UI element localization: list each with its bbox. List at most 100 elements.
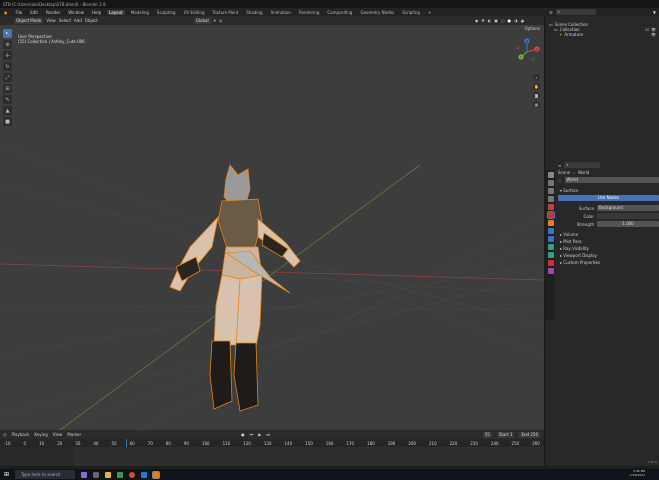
keying-menu[interactable]: Keying bbox=[34, 432, 47, 437]
task-view-icon[interactable] bbox=[93, 471, 100, 478]
view-menu[interactable]: View bbox=[46, 18, 56, 23]
eye-icon[interactable]: 👁 bbox=[651, 32, 656, 37]
frame-range bbox=[74, 447, 544, 466]
blender-logo-icon[interactable]: ● bbox=[2, 10, 10, 15]
tab-layout[interactable]: Layout bbox=[107, 9, 125, 15]
surface-panel-header[interactable]: ▾ Surface bbox=[558, 187, 659, 194]
tab-animation[interactable]: Animation bbox=[269, 10, 293, 15]
current-frame-field[interactable]: 55 bbox=[482, 431, 492, 438]
constraints-tab-icon[interactable] bbox=[547, 252, 554, 258]
menu-render[interactable]: Render bbox=[44, 10, 62, 15]
collection-icon: ▭ bbox=[554, 27, 558, 32]
world-tab-icon[interactable] bbox=[546, 211, 555, 219]
physics-tab-icon[interactable] bbox=[547, 244, 554, 250]
checkbox-icon[interactable]: ☑ bbox=[645, 27, 649, 32]
add-workspace-button[interactable]: + bbox=[426, 10, 433, 15]
panel-label: Volume bbox=[563, 232, 579, 237]
proportional-edit-icon[interactable]: ◎ bbox=[219, 18, 223, 23]
tree-item-armature[interactable]: ✦ Armature 👁 bbox=[546, 32, 659, 37]
playback-menu[interactable]: Playback bbox=[12, 432, 30, 437]
shading-rendered-icon[interactable]: ◕ bbox=[521, 18, 525, 23]
play-icon[interactable]: ▶ bbox=[258, 432, 261, 437]
visibility-icon[interactable]: ◉ bbox=[475, 18, 479, 23]
snap-icon[interactable]: ⌖ bbox=[214, 18, 216, 23]
add-menu[interactable]: Add bbox=[74, 18, 82, 23]
character-model[interactable] bbox=[169, 164, 301, 412]
custom-properties-panel-header[interactable]: ▸ Custom Properties bbox=[558, 259, 659, 266]
tab-shading[interactable]: Shading bbox=[244, 10, 264, 15]
jump-start-icon[interactable]: ⏮ bbox=[250, 432, 254, 437]
gizmo-toggle-icon[interactable]: ✥ bbox=[481, 18, 484, 23]
timeline-ruler[interactable]: -10 0 10 20 30 40 50 60 70 80 90 100 110… bbox=[0, 439, 544, 447]
3d-viewport[interactable]: Object Mode View Select Add Object Globa… bbox=[0, 16, 544, 430]
windows-start-icon[interactable]: ⊞ bbox=[4, 471, 9, 478]
end-frame-field[interactable]: End 250 bbox=[519, 431, 540, 438]
use-nodes-button[interactable]: Use Nodes bbox=[558, 195, 659, 201]
tab-rendering[interactable]: Rendering bbox=[297, 10, 321, 15]
mist-pass-panel-header[interactable]: ▸ Mist Pass bbox=[558, 238, 659, 245]
chrome-icon[interactable] bbox=[129, 471, 136, 478]
data-tab-icon[interactable] bbox=[547, 268, 554, 274]
menu-window[interactable]: Window bbox=[66, 10, 86, 15]
object-tab-icon[interactable] bbox=[547, 220, 554, 226]
tab-compositing[interactable]: Compositing bbox=[325, 10, 354, 15]
timeline-header: ◷ Playback Keying View Marker ● ⏮ ▶ ⏭ 55… bbox=[0, 430, 544, 439]
taskbar-search-box[interactable]: Type here to search bbox=[15, 470, 76, 479]
ray-visibility-panel-header[interactable]: ▸ Ray Visibility bbox=[558, 245, 659, 252]
menu-edit[interactable]: Edit bbox=[28, 10, 40, 15]
shading-material-icon[interactable]: ◑ bbox=[514, 18, 518, 23]
tick-label: 170 bbox=[346, 440, 355, 446]
blender-taskbar-icon[interactable] bbox=[152, 470, 161, 479]
app-icon[interactable] bbox=[117, 471, 124, 478]
strength-field[interactable]: 1.000 bbox=[597, 221, 659, 227]
menu-help[interactable]: Help bbox=[90, 10, 103, 15]
tab-modeling[interactable]: Modeling bbox=[129, 10, 151, 15]
outliner-search-icon[interactable]: ⌕ bbox=[555, 9, 596, 15]
transform-orientation[interactable]: Global bbox=[193, 17, 211, 24]
jump-end-icon[interactable]: ⏭ bbox=[266, 432, 270, 437]
edge-icon[interactable] bbox=[141, 471, 148, 478]
timeline-body[interactable] bbox=[0, 439, 544, 466]
color-swatch[interactable] bbox=[597, 213, 659, 219]
output-tab-icon[interactable] bbox=[547, 188, 554, 194]
cortana-icon[interactable] bbox=[81, 471, 88, 478]
volume-panel-header[interactable]: ▸ Volume bbox=[558, 231, 659, 238]
tab-texture-paint[interactable]: Texture Paint bbox=[210, 10, 240, 15]
viewport-display-panel-header[interactable]: ▸ Viewport Display bbox=[558, 252, 659, 259]
modifier-tab-icon[interactable] bbox=[547, 228, 554, 234]
tool-tab-icon[interactable] bbox=[547, 172, 554, 178]
file-explorer-icon[interactable] bbox=[105, 471, 112, 478]
filter-icon[interactable]: ▼ bbox=[653, 10, 656, 15]
timeline-editor-icon[interactable]: ◷ bbox=[3, 432, 7, 437]
system-clock[interactable]: 3:45 PM 7/16/2021 bbox=[630, 469, 645, 477]
world-name-field[interactable]: World bbox=[564, 177, 659, 183]
material-tab-icon[interactable] bbox=[547, 260, 554, 266]
overlay-icon[interactable]: ◐ bbox=[488, 18, 492, 23]
start-frame-field[interactable]: Start 1 bbox=[496, 431, 515, 438]
tab-sculpting[interactable]: Sculpting bbox=[155, 10, 178, 15]
menu-file[interactable]: File bbox=[14, 10, 25, 15]
mode-selector[interactable]: Object Mode bbox=[14, 17, 44, 24]
select-menu[interactable]: Select bbox=[59, 18, 71, 23]
marker-menu[interactable]: Marker bbox=[67, 432, 81, 437]
view-menu-timeline[interactable]: View bbox=[53, 432, 63, 437]
floor-grid bbox=[0, 144, 544, 430]
windows-taskbar: ⊞ Type here to search 3:45 PM 7/16/2021 bbox=[0, 469, 659, 480]
tab-scripting[interactable]: Scripting bbox=[400, 10, 422, 15]
shading-wireframe-icon[interactable]: ○ bbox=[501, 18, 505, 23]
particles-tab-icon[interactable] bbox=[547, 236, 554, 242]
surface-shader-field[interactable]: Background bbox=[597, 205, 659, 211]
world-datablock: ◍ World bbox=[558, 176, 659, 184]
properties-editor-icon[interactable]: ≡ bbox=[558, 163, 561, 168]
record-icon[interactable]: ● bbox=[241, 432, 245, 437]
tab-geometry-nodes[interactable]: Geometry Nodes bbox=[358, 10, 396, 15]
breadcrumb-separator-icon: › bbox=[573, 169, 575, 175]
view-layer-tab-icon[interactable] bbox=[547, 196, 554, 202]
outliner-editor-icon[interactable]: ☰ bbox=[549, 10, 553, 15]
shading-solid-icon[interactable]: ● bbox=[508, 18, 512, 23]
object-menu[interactable]: Object bbox=[85, 18, 98, 23]
render-tab-icon[interactable] bbox=[547, 180, 554, 186]
xray-icon[interactable]: ▣ bbox=[494, 18, 498, 23]
scene-tab-icon[interactable] bbox=[547, 204, 554, 210]
tab-uv-editing[interactable]: UV Editing bbox=[182, 10, 207, 15]
